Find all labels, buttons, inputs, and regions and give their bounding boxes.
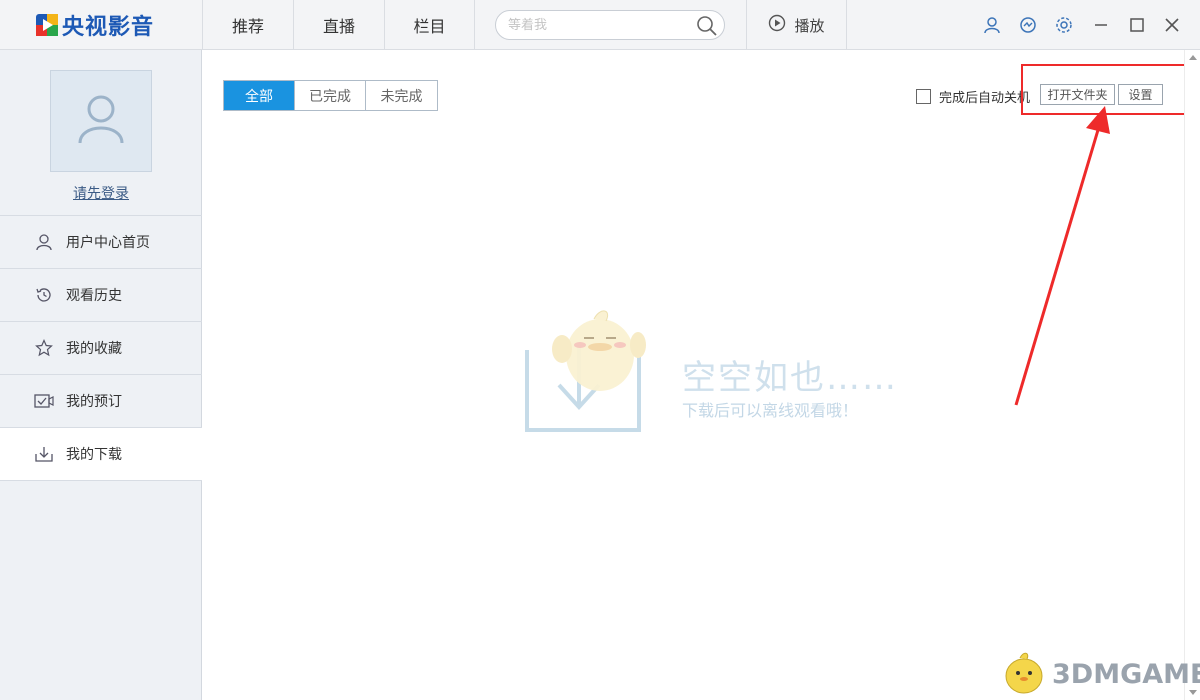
logo-mark-icon [36, 14, 58, 36]
reserve-icon [34, 391, 54, 411]
empty-state: 空空如也…… 下载后可以离线观看哦！ [522, 305, 896, 445]
top-bar: 央视影音 推荐 直播 栏目 播放 [0, 0, 1200, 50]
sidebar-item-user-center[interactable]: 用户中心首页 [0, 215, 202, 268]
filter-incomplete[interactable]: 未完成 [366, 81, 437, 110]
sidebar-item-label: 用户中心首页 [66, 235, 150, 251]
sidebar-item-label: 我的收藏 [66, 341, 122, 357]
watermark: 3DMGAME [1000, 648, 1200, 700]
search-box [495, 10, 725, 40]
sidebar-item-label: 我的预订 [66, 394, 122, 410]
app-logo[interactable]: 央视影音 [0, 0, 202, 50]
watermark-text: 3DMGAME [1052, 658, 1200, 690]
gear-icon[interactable] [1053, 14, 1075, 36]
user-icon [34, 232, 54, 252]
empty-state-illustration-icon [522, 305, 662, 439]
filter-all[interactable]: 全部 [224, 81, 295, 110]
app-title: 央视影音 [62, 15, 155, 40]
sidebar-item-favorites[interactable]: 我的收藏 [0, 321, 202, 374]
filter-tabs: 全部 已完成 未完成 [223, 80, 438, 111]
sidebar-divider [0, 480, 202, 481]
search-icon[interactable] [696, 15, 718, 37]
tab-recommend[interactable]: 推荐 [202, 0, 293, 50]
play-label: 播放 [794, 16, 825, 35]
sidebar-item-history[interactable]: 观看历史 [0, 268, 202, 321]
tab-live[interactable]: 直播 [293, 0, 384, 50]
auto-shutdown-option[interactable]: 完成后自动关机 [916, 87, 1030, 106]
play-circle-icon [768, 14, 786, 36]
auto-shutdown-checkbox[interactable] [916, 89, 931, 104]
play-button[interactable]: 播放 [746, 0, 847, 50]
message-icon[interactable] [1017, 14, 1039, 36]
login-link[interactable]: 请先登录 [0, 183, 202, 203]
close-icon[interactable] [1161, 14, 1183, 36]
filter-completed[interactable]: 已完成 [295, 81, 366, 110]
scrollbar[interactable] [1184, 50, 1200, 700]
avatar[interactable] [50, 70, 152, 172]
tab-columns[interactable]: 栏目 [384, 0, 475, 50]
sidebar: 请先登录 用户中心首页 观看历史 我的收藏 我的预订 我的下载 [0, 50, 203, 700]
downloads-panel: 全部 已完成 未完成 完成后自动关机 打开文件夹 设置 空空如也…… 下载后可以… [202, 50, 1200, 700]
sidebar-item-downloads[interactable]: 我的下载 [0, 427, 203, 480]
user-icon[interactable] [981, 14, 1003, 36]
empty-state-title: 空空如也…… [682, 358, 898, 398]
watermark-mascot-icon [1000, 648, 1048, 700]
annotation-highlight-box [1021, 64, 1188, 115]
history-icon [34, 285, 54, 305]
minimize-icon[interactable] [1090, 14, 1112, 36]
download-icon [34, 444, 54, 464]
sidebar-item-label: 观看历史 [66, 288, 122, 304]
sidebar-item-label: 我的下载 [66, 447, 122, 463]
sidebar-item-reservations[interactable]: 我的预订 [0, 374, 202, 427]
star-icon [34, 338, 54, 358]
avatar-placeholder-icon [77, 93, 125, 149]
empty-state-subtitle: 下载后可以离线观看哦！ [682, 401, 859, 420]
auto-shutdown-label: 完成后自动关机 [939, 91, 1031, 106]
maximize-icon[interactable] [1126, 14, 1148, 36]
search-input[interactable] [508, 16, 688, 34]
